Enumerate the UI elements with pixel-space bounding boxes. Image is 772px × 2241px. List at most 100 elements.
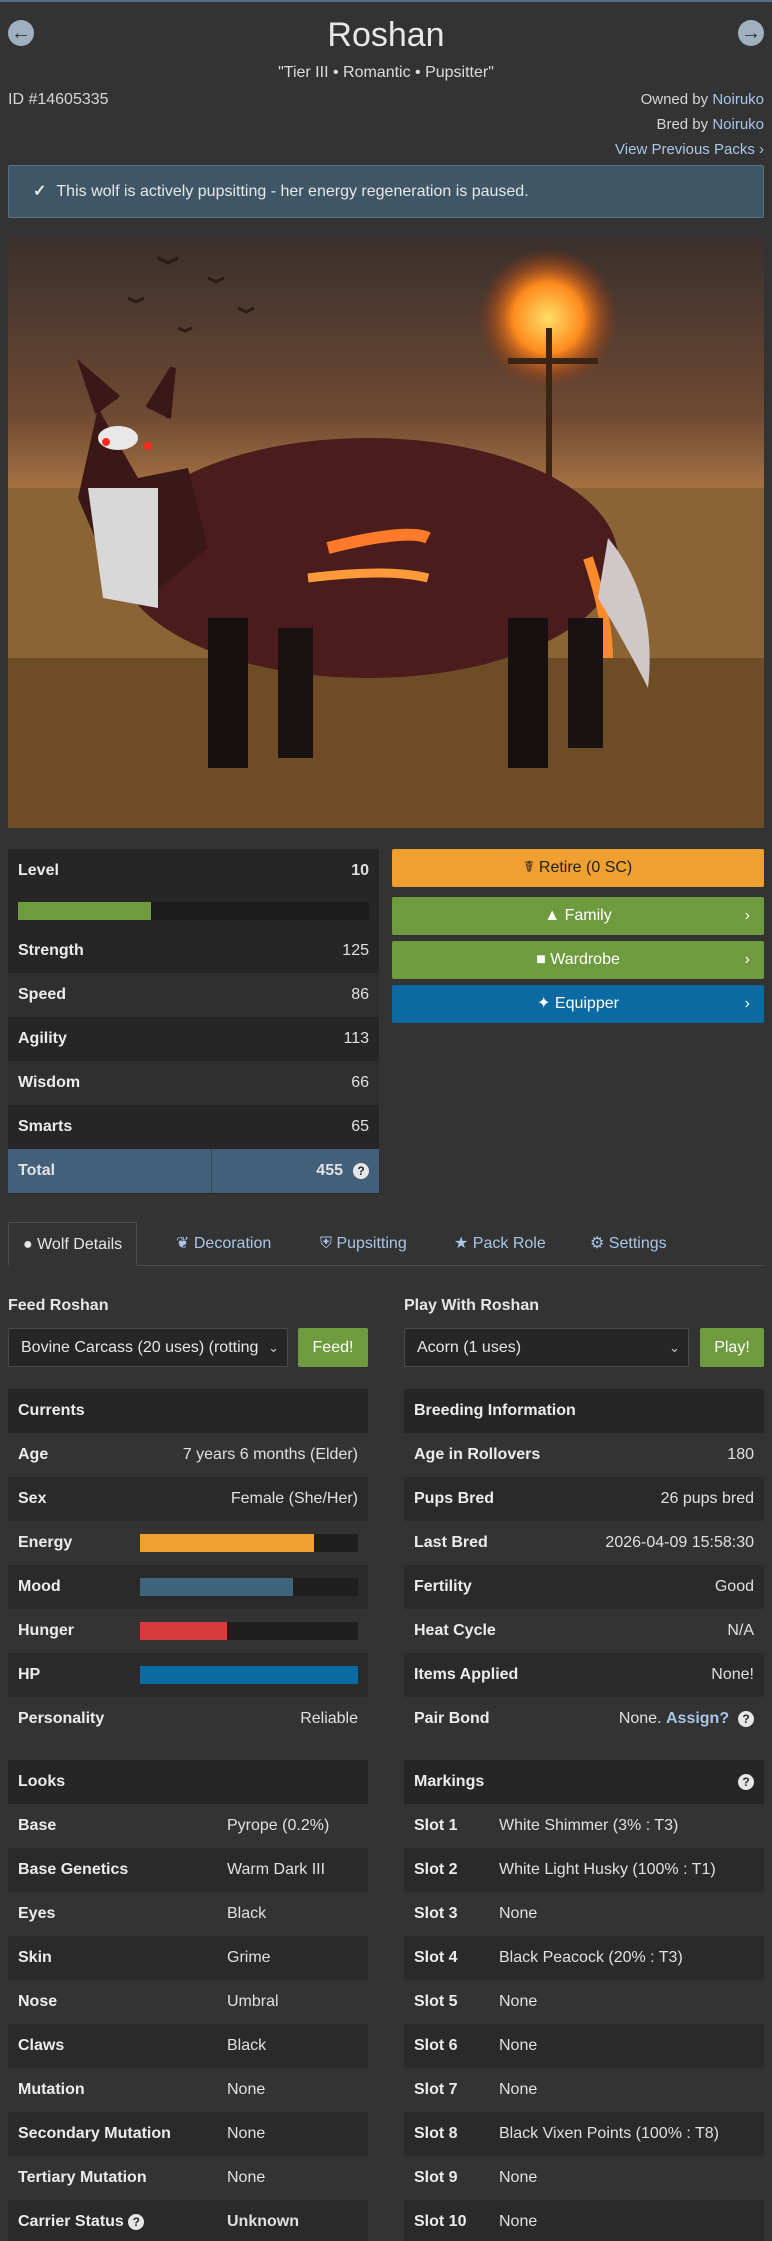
page-title: Roshan [327, 16, 445, 54]
breeding-header: Breeding Information [404, 1389, 764, 1433]
current-energy: Energy [8, 1521, 368, 1565]
looks-row: Base Pyrope (0.2%) [8, 1804, 368, 1848]
looks-row: Nose Umbral [8, 1980, 368, 2024]
breeding-panel: Breeding Information Age in Rollovers 180… [404, 1389, 764, 1741]
bred-by: Bred by Noiruko [656, 116, 764, 133]
breeding-row: Heat Cycle N/A [404, 1609, 764, 1653]
gear-icon: ⚙ [590, 1235, 609, 1252]
hp-bar [140, 1666, 358, 1684]
equipper-button[interactable]: ✦ Equipper › [392, 985, 764, 1023]
tab-pupsitting[interactable]: ⛨ Pupsitting [320, 1222, 407, 1266]
looks-row: Mutation None [8, 2068, 368, 2112]
feed-label: Feed Roshan [8, 1297, 109, 1314]
current-hp: HP [8, 1653, 368, 1697]
current-age: Age 7 years 6 months (Elder) [8, 1433, 368, 1477]
looks-row: Claws Black [18, 2037, 267, 2054]
carrier-status-row: Carrier Status ? Unknown [8, 2200, 368, 2241]
looks-row: Skin Grime [18, 1949, 271, 1966]
owner-link[interactable]: Noiruko [712, 91, 764, 108]
looks-row: Tertiary Mutation None [8, 2156, 368, 2200]
chevron-down-icon: ⌄ [669, 1340, 680, 1355]
sparkles-icon: ✦ [537, 995, 555, 1012]
play-button[interactable]: Play! [700, 1328, 764, 1367]
wolf-image [8, 238, 764, 828]
family-button[interactable]: ▲ Family › [392, 897, 764, 935]
view-previous-packs-link[interactable]: View Previous Packs [615, 141, 755, 158]
level-progress-bar [18, 902, 369, 920]
question-icon[interactable]: ? [128, 2213, 145, 2230]
marking-slot-row: Slot 4 Black Peacock (20% : T3) [414, 1949, 683, 1966]
stat-row-wisdom: Wisdom 66 [8, 1061, 379, 1105]
marking-slot-row: Slot 10 None [414, 2213, 538, 2230]
marking-slot-row: Slot 9 None [404, 2156, 764, 2200]
energy-bar-fill [140, 1534, 315, 1552]
stat-row-smarts: Smarts 65 [18, 1118, 369, 1135]
marking-slot-row: Slot 7 None [404, 2068, 764, 2112]
question-icon[interactable]: ? [353, 1163, 369, 1179]
markings-header: Markings? [404, 1760, 764, 1804]
level-progress-fill [18, 902, 152, 920]
owned-by: Owned by Noiruko [640, 91, 764, 108]
looks-row: Base Genetics Warm Dark III [18, 1861, 326, 1878]
shirt-icon: ■ [536, 951, 551, 968]
current-sex: Sex Female (She/Her) [18, 1490, 358, 1507]
breeder-link[interactable]: Noiruko [712, 116, 764, 133]
stat-row-strength: Strength 125 [18, 942, 369, 959]
mood-bar [140, 1578, 358, 1596]
looks-header: Looks [8, 1760, 368, 1804]
view-previous-packs[interactable]: View Previous Packs › [615, 141, 764, 158]
check-icon: ✓ [33, 183, 47, 200]
chevron-right-icon: › [744, 907, 750, 924]
shield-icon: ⛨ [320, 1235, 337, 1252]
marking-slot-row: Slot 8 Black Vixen Points (100% : T8) [414, 2125, 719, 2142]
retire-button[interactable]: ☤ Retire (0 SC) [392, 849, 764, 887]
hunger-bar [140, 1622, 358, 1640]
currents-panel: Currents Age 7 years 6 months (Elder) Sex… [8, 1389, 368, 1741]
feed-button[interactable]: Feed! [298, 1328, 368, 1367]
stat-row-agility: Agility 113 [18, 1030, 369, 1047]
play-select[interactable]: Acorn (1 uses) ⌄ [404, 1328, 689, 1367]
star-icon: ★ [454, 1235, 473, 1252]
tab-pack-role[interactable]: ★ Pack Role [454, 1222, 546, 1266]
hp-bar-fill [140, 1666, 358, 1684]
looks-panel: Looks Base Pyrope (0.2%) Base Genetics War… [8, 1760, 368, 2241]
chevron-down-icon: ⌄ [268, 1340, 279, 1355]
total-divider [211, 1149, 212, 1193]
wolf-subtitle: "Tier III • Romantic • Pupsitter" [278, 64, 494, 81]
wolf-artwork [8, 238, 764, 828]
marking-slot-row: Slot 6 None [414, 2037, 538, 2054]
assign-pair-link[interactable]: Assign? [666, 1710, 729, 1727]
stat-row-speed: Speed 86 [8, 973, 379, 1017]
question-icon[interactable]: ? [738, 1710, 754, 1727]
current-hunger: Hunger [8, 1609, 368, 1653]
tree-icon: ▲ [544, 907, 565, 924]
play-label: Play With Roshan [404, 1297, 539, 1314]
chevron-right-icon: › [759, 141, 764, 158]
breeding-row: Items Applied None! [414, 1666, 754, 1683]
marking-slot-row: Slot 3 None [404, 1892, 764, 1936]
carrier-status-link[interactable]: Unknown [227, 2200, 299, 2241]
wolf-id: ID #14605335 [8, 91, 109, 108]
wardrobe-button[interactable]: ■ Wardrobe › [392, 941, 764, 979]
feather-icon: ❦ [176, 1235, 194, 1252]
detail-tabs: ● Wolf Details ❦ Decoration ⛨ Pupsitting… [8, 1222, 764, 1266]
marking-slot-row: Slot 2 White Light Husky (100% : T1) [414, 1861, 716, 1878]
marking-slot-row: Slot 1 White Shimmer (3% : T3) [404, 1804, 764, 1848]
stat-row-total: Total 455 ? [8, 1149, 379, 1193]
tombstone-icon: ☤ [523, 859, 539, 876]
tab-wolf-details[interactable]: ● Wolf Details [8, 1222, 138, 1266]
chevron-right-icon: › [744, 995, 750, 1012]
breeding-row: Fertility Good [414, 1578, 754, 1595]
stats-panel: Level 10 Strength 125 Speed 86 Agility 113 W… [8, 849, 379, 1194]
hunger-bar-fill [140, 1622, 228, 1640]
breeding-row: Pups Bred 26 pups bred [414, 1490, 754, 1507]
currents-header: Currents [8, 1389, 368, 1433]
looks-row: Secondary Mutation None [18, 2125, 266, 2142]
chevron-right-icon: › [744, 951, 750, 968]
tab-settings[interactable]: ⚙ Settings [590, 1222, 667, 1266]
question-icon[interactable]: ? [738, 1774, 754, 1790]
top-accent-line [0, 0, 772, 2]
tab-decoration[interactable]: ❦ Decoration [176, 1222, 271, 1266]
looks-row: Eyes Black [8, 1892, 368, 1936]
feed-select[interactable]: Bovine Carcass (20 uses) (rotting ⌄ [8, 1328, 288, 1367]
